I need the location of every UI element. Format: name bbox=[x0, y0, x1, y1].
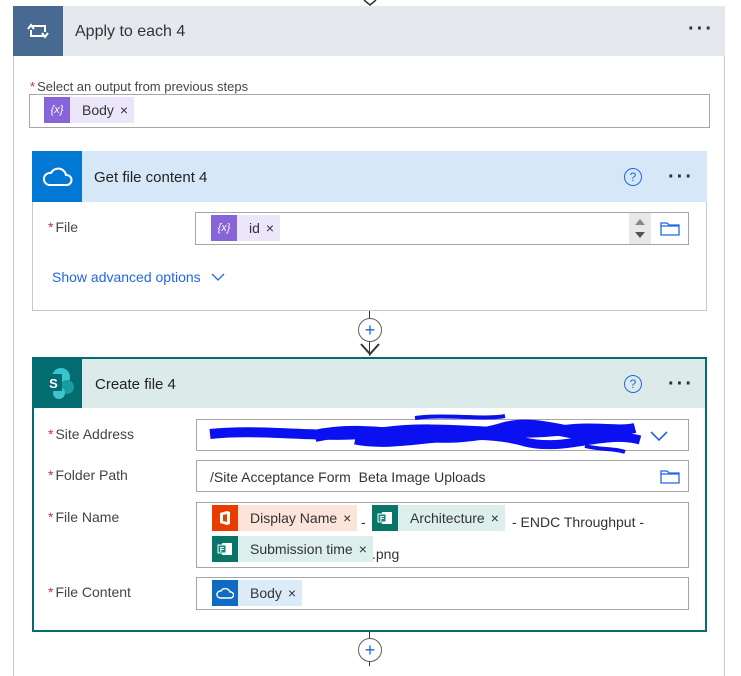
redaction-scribble bbox=[209, 414, 642, 454]
connector-arrow-top bbox=[363, 0, 377, 6]
get-file-more-icon[interactable]: ··· bbox=[668, 167, 694, 187]
submission-time-token[interactable]: F Submission time × bbox=[212, 536, 373, 562]
folder-path-label: * Folder Path bbox=[48, 467, 128, 483]
select-output-label: * Select an output from previous steps bbox=[30, 79, 249, 94]
folder-path-value: /Site Acceptance Form Beta Image Uploads bbox=[210, 469, 486, 485]
file-content-body-token[interactable]: Body × bbox=[212, 580, 303, 606]
chevron-down-icon[interactable] bbox=[650, 430, 668, 442]
add-step-icon[interactable]: + bbox=[358, 318, 382, 342]
svg-text:F: F bbox=[220, 547, 225, 554]
onedrive-cloud-icon bbox=[212, 580, 238, 606]
help-icon[interactable]: ? bbox=[624, 375, 642, 393]
forms-icon: F bbox=[212, 536, 238, 562]
dynamic-content-icon: {x} bbox=[44, 97, 70, 123]
remove-token-icon[interactable]: × bbox=[266, 220, 280, 236]
remove-token-icon[interactable]: × bbox=[343, 510, 357, 526]
office-icon bbox=[212, 505, 238, 531]
svg-text:S: S bbox=[49, 376, 58, 391]
file-name-text: .png bbox=[372, 546, 400, 562]
add-step-icon[interactable]: + bbox=[358, 638, 382, 662]
architecture-token[interactable]: F Architecture × bbox=[372, 505, 505, 531]
show-advanced-options-link[interactable]: Show advanced options bbox=[52, 269, 225, 285]
loop-icon bbox=[13, 6, 63, 56]
get-file-content-title: Get file content 4 bbox=[94, 169, 208, 186]
connector-arrow bbox=[360, 343, 380, 356]
apply-to-each-more-icon[interactable]: ··· bbox=[688, 19, 714, 39]
chevron-down-icon bbox=[211, 273, 225, 281]
file-name-text: - ENDC Throughput - bbox=[512, 514, 645, 530]
apply-to-each-title: Apply to each 4 bbox=[75, 23, 186, 40]
select-output-body-token[interactable]: {x} Body × bbox=[44, 97, 135, 123]
help-icon[interactable]: ? bbox=[624, 168, 642, 186]
onedrive-cloud-icon bbox=[32, 151, 82, 202]
forms-icon: F bbox=[372, 505, 398, 531]
display-name-token[interactable]: Display Name × bbox=[212, 505, 358, 531]
remove-token-icon[interactable]: × bbox=[491, 510, 505, 526]
create-file-more-icon[interactable]: ··· bbox=[668, 374, 694, 394]
file-field-scroll-spinner[interactable] bbox=[629, 213, 651, 244]
site-address-label: * Site Address bbox=[48, 426, 135, 442]
file-id-token[interactable]: {x} id × bbox=[211, 215, 281, 241]
remove-token-icon[interactable]: × bbox=[120, 102, 134, 118]
remove-token-icon[interactable]: × bbox=[359, 541, 373, 557]
file-label: * File bbox=[48, 219, 79, 235]
file-name-label: * File Name bbox=[48, 509, 120, 525]
file-name-text: - bbox=[361, 514, 366, 530]
folder-icon[interactable] bbox=[660, 220, 680, 236]
dynamic-content-icon: {x} bbox=[211, 215, 237, 241]
svg-text:F: F bbox=[380, 516, 385, 523]
remove-token-icon[interactable]: × bbox=[288, 585, 302, 601]
sharepoint-icon: S bbox=[34, 359, 82, 408]
create-file-title: Create file 4 bbox=[95, 376, 176, 393]
folder-icon[interactable] bbox=[660, 468, 680, 484]
file-content-label: * File Content bbox=[48, 584, 131, 600]
